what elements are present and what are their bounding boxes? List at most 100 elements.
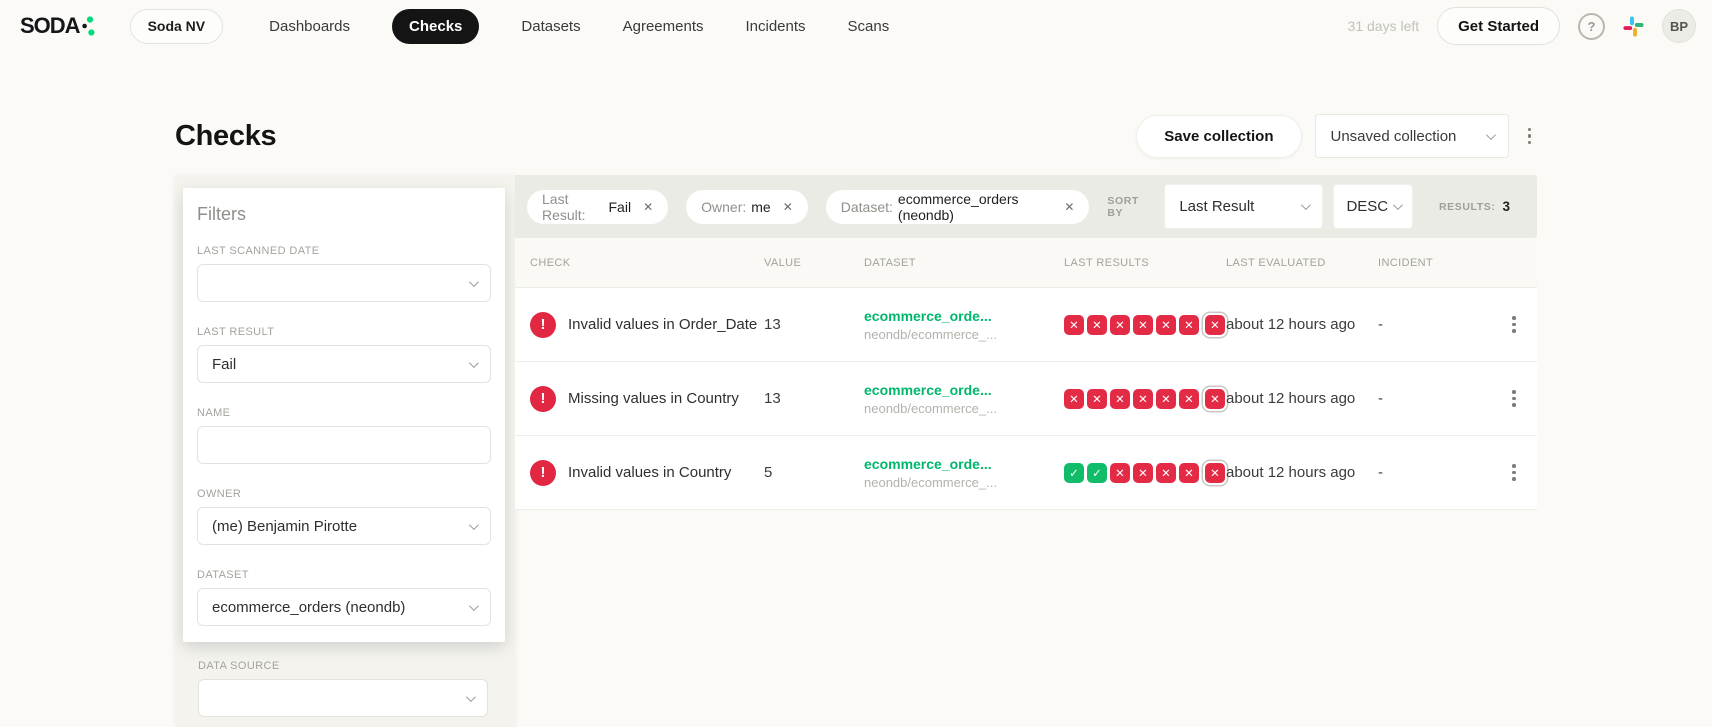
name-input[interactable] — [197, 426, 491, 464]
last-results-icons: ✕ ✕ ✕ ✕ ✕ ✕ ✕ — [1064, 314, 1226, 335]
sort-direction-select[interactable]: DESC — [1333, 184, 1413, 229]
sort-field-select[interactable]: Last Result — [1164, 184, 1324, 229]
nav-item-checks[interactable]: Checks — [392, 8, 480, 44]
column-header-check[interactable]: CHECK — [515, 257, 764, 269]
table-row[interactable]: ! Invalid values in Country 5 ecommerce_… — [515, 436, 1537, 510]
save-collection-button[interactable]: Save collection — [1136, 114, 1302, 158]
filters-panel: Filters LAST SCANNED DATE LAST RESULT Fa… — [175, 175, 515, 727]
fail-icon[interactable]: ✕ — [1156, 388, 1176, 409]
column-header-incident[interactable]: INCIDENT — [1378, 257, 1491, 269]
dataset-path: neondb/ecommerce_... — [864, 474, 997, 490]
incident-cell: - — [1378, 464, 1383, 481]
fail-icon[interactable]: ✕ — [1133, 314, 1153, 335]
last-result-value: Fail — [212, 355, 237, 373]
pass-icon[interactable]: ✓ — [1064, 462, 1084, 483]
close-icon[interactable]: ✕ — [643, 200, 653, 214]
fail-icon[interactable]: ✕ — [1110, 462, 1130, 483]
column-header-last-results[interactable]: LAST RESULTS — [1064, 257, 1226, 269]
top-navigation-bar: SODA Soda NV Dashboards Checks Datasets … — [0, 0, 1712, 52]
chip-last-result-label: Last Result: — [542, 190, 586, 223]
column-header-last-evaluated[interactable]: LAST EVALUATED — [1226, 257, 1378, 269]
primary-nav: Dashboards Checks Datasets Agreements In… — [269, 8, 890, 44]
check-name-link[interactable]: Invalid values in Order_Date — [568, 316, 757, 333]
fail-icon[interactable]: ✕ — [1110, 388, 1130, 409]
dataset-link[interactable]: ecommerce_orde... — [864, 382, 1064, 398]
main-content: Filters LAST SCANNED DATE LAST RESULT Fa… — [175, 175, 1537, 727]
fail-icon[interactable]: ✕ — [1156, 462, 1176, 483]
fail-icon[interactable]: ✕ — [1064, 388, 1084, 409]
fail-icon[interactable]: ✕ — [1205, 462, 1225, 483]
table-row[interactable]: ! Missing values in Country 13 ecommerce… — [515, 362, 1537, 436]
chevron-down-icon — [468, 357, 479, 368]
soda-logo[interactable]: SODA — [20, 13, 96, 39]
fail-icon[interactable]: ✕ — [1087, 388, 1107, 409]
nav-item-incidents[interactable]: Incidents — [745, 18, 805, 35]
check-name-link[interactable]: Invalid values in Country — [568, 464, 731, 481]
dataset-select[interactable]: ecommerce_orders (neondb) — [197, 588, 491, 626]
slack-icon[interactable] — [1623, 15, 1644, 37]
column-header-dataset[interactable]: DATASET — [864, 257, 1064, 269]
collection-menu-button[interactable] — [1522, 122, 1538, 151]
fail-icon[interactable]: ✕ — [1133, 388, 1153, 409]
last-scanned-date-select[interactable] — [197, 264, 491, 302]
chevron-down-icon — [468, 600, 479, 611]
dataset-link[interactable]: ecommerce_orde... — [864, 456, 1064, 472]
fail-icon[interactable]: ✕ — [1087, 314, 1107, 335]
incident-cell: - — [1378, 316, 1383, 333]
pass-icon[interactable]: ✓ — [1087, 462, 1107, 483]
incident-cell: - — [1378, 390, 1383, 407]
row-menu-button[interactable] — [1506, 384, 1522, 413]
filter-label-owner: OWNER — [197, 488, 242, 500]
org-switcher-button[interactable]: Soda NV — [129, 8, 224, 44]
chevron-down-icon — [1485, 129, 1496, 140]
nav-item-dashboards[interactable]: Dashboards — [269, 18, 350, 35]
fail-icon[interactable]: ✕ — [1179, 388, 1199, 409]
close-icon[interactable]: ✕ — [1064, 200, 1074, 214]
row-menu-button[interactable] — [1506, 310, 1522, 339]
dataset-path: neondb/ecommerce_... — [864, 400, 997, 416]
collection-select-value: Unsaved collection — [1330, 127, 1457, 145]
row-menu-button[interactable] — [1506, 458, 1522, 487]
owner-value: (me) Benjamin Pirotte — [212, 517, 358, 535]
get-started-button[interactable]: Get Started — [1437, 7, 1560, 45]
last-results-icons: ✓ ✓ ✕ ✕ ✕ ✕ ✕ — [1064, 462, 1226, 483]
last-result-select[interactable]: Fail — [197, 345, 491, 383]
fail-alert-icon: ! — [530, 311, 556, 338]
fail-icon[interactable]: ✕ — [1064, 314, 1084, 335]
last-evaluated: about 12 hours ago — [1226, 390, 1356, 407]
chip-last-result[interactable]: Last Result: Fail ✕ — [527, 189, 669, 224]
last-results-icons: ✕ ✕ ✕ ✕ ✕ ✕ ✕ — [1064, 388, 1226, 409]
fail-icon[interactable]: ✕ — [1179, 462, 1199, 483]
help-icon[interactable]: ? — [1578, 12, 1605, 40]
last-evaluated: about 12 hours ago — [1226, 464, 1356, 481]
check-name-link[interactable]: Missing values in Country — [568, 390, 739, 407]
check-value: 13 — [764, 316, 781, 333]
collection-actions: Save collection Unsaved collection — [1136, 114, 1537, 158]
fail-icon[interactable]: ✕ — [1133, 462, 1153, 483]
fail-icon[interactable]: ✕ — [1205, 388, 1225, 409]
checks-content: Last Result: Fail ✕ Owner: me ✕ Dataset:… — [515, 175, 1537, 510]
chip-owner[interactable]: Owner: me ✕ — [686, 189, 808, 224]
column-header-value[interactable]: VALUE — [764, 257, 864, 269]
chip-dataset[interactable]: Dataset: ecommerce_orders (neondb) ✕ — [825, 189, 1090, 224]
nav-item-datasets[interactable]: Datasets — [521, 18, 580, 35]
dataset-path: neondb/ecommerce_... — [864, 326, 997, 342]
soda-logo-text: SODA — [20, 13, 81, 38]
filter-label-dataset: DATASET — [197, 569, 249, 581]
fail-icon[interactable]: ✕ — [1110, 314, 1130, 335]
dataset-link[interactable]: ecommerce_orde... — [864, 308, 1064, 324]
fail-icon[interactable]: ✕ — [1205, 314, 1225, 335]
collection-select[interactable]: Unsaved collection — [1314, 114, 1509, 158]
nav-item-agreements[interactable]: Agreements — [623, 18, 704, 35]
results-label: RESULTS: — [1438, 200, 1496, 213]
user-avatar[interactable]: BP — [1662, 9, 1696, 43]
fail-icon[interactable]: ✕ — [1156, 314, 1176, 335]
table-row[interactable]: ! Invalid values in Order_Date 13 ecomme… — [515, 288, 1537, 362]
close-icon[interactable]: ✕ — [783, 200, 793, 214]
chip-last-result-value: Fail — [608, 198, 632, 215]
filter-label-last-result: LAST RESULT — [197, 326, 275, 338]
owner-select[interactable]: (me) Benjamin Pirotte — [197, 507, 491, 545]
fail-icon[interactable]: ✕ — [1179, 314, 1199, 335]
nav-item-scans[interactable]: Scans — [848, 18, 890, 35]
data-source-select[interactable] — [198, 679, 488, 717]
